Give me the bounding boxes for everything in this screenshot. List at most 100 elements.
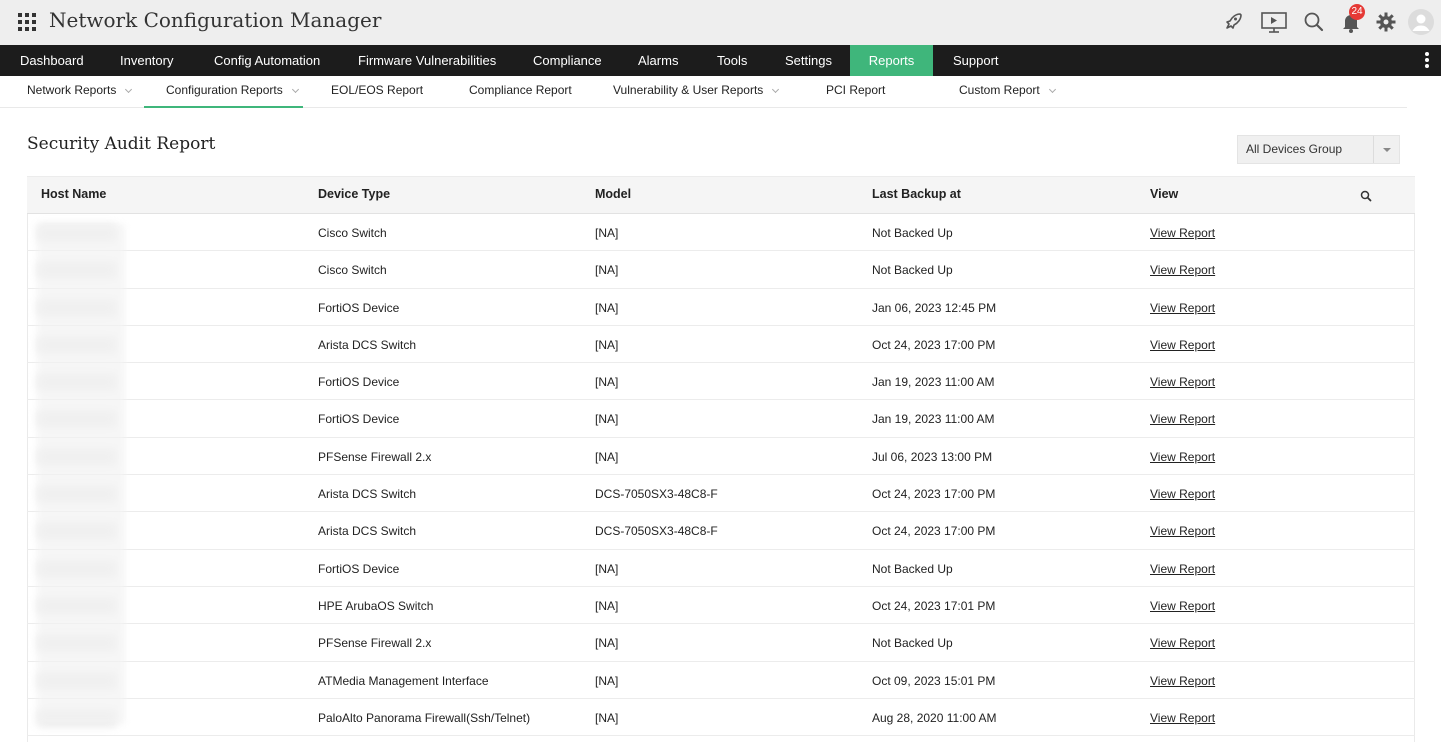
device-type-cell: ATMedia Management Interface — [318, 673, 489, 688]
last-backup-cell: Oct 24, 2023 17:01 PM — [872, 598, 996, 613]
table-body: Cisco Switch [NA] Not Backed Up View Report… — [27, 214, 1415, 737]
nav-settings[interactable]: Settings — [785, 45, 832, 76]
user-avatar-icon[interactable] — [1408, 9, 1434, 35]
subnav-network-reports[interactable]: Network Reports — [27, 76, 133, 108]
subnav-network-reports-label: Network Reports — [27, 83, 117, 97]
column-header-model[interactable]: Model — [595, 187, 631, 201]
apps-grid-icon[interactable] — [18, 13, 36, 31]
notification-badge: 24 — [1349, 4, 1365, 20]
subnav-custom-report-label: Custom Report — [959, 83, 1040, 97]
column-header-device-type[interactable]: Device Type — [318, 187, 390, 201]
model-cell: [NA] — [595, 598, 619, 613]
subnav-compliance-report[interactable]: Compliance Report — [469, 76, 572, 108]
nav-firmware-vulnerabilities[interactable]: Firmware Vulnerabilities — [358, 45, 496, 76]
view-report-link[interactable]: View Report — [1150, 375, 1215, 389]
view-report-link[interactable]: View Report — [1150, 524, 1215, 538]
table-row: PFSense Firewall 2.x [NA] Not Backed Up Vie… — [27, 624, 1415, 662]
table-row: Cisco Switch [NA] Not Backed Up View Report — [27, 251, 1415, 289]
model-cell: [NA] — [595, 300, 619, 315]
last-backup-cell: Oct 24, 2023 17:00 PM — [872, 337, 996, 352]
device-type-cell: PFSense Firewall 2.x — [318, 636, 432, 651]
view-report-link[interactable]: View Report — [1150, 263, 1215, 277]
rocket-icon[interactable] — [1221, 10, 1245, 34]
subnav-configuration-reports[interactable]: Configuration Reports — [144, 76, 303, 108]
search-icon[interactable] — [1302, 10, 1326, 34]
table-row: HPE ArubaOS Switch [NA] Oct 24, 2023 17:01… — [27, 587, 1415, 625]
nav-inventory[interactable]: Inventory — [120, 45, 173, 76]
subnav-vulnerability-user-reports-label: Vulnerability & User Reports — [613, 83, 764, 97]
model-cell: DCS-7050SX3-48C8-F — [595, 487, 718, 502]
column-header-last-backup[interactable]: Last Backup at — [872, 187, 961, 201]
last-backup-cell: Not Backed Up — [872, 263, 953, 278]
report-table: Host Name Device Type Model Last Backup … — [27, 176, 1415, 737]
nav-tools[interactable]: Tools — [717, 45, 747, 76]
subnav-custom-report[interactable]: Custom Report — [959, 76, 1056, 108]
last-backup-cell: Jan 19, 2023 11:00 AM — [872, 412, 995, 427]
view-report-link[interactable]: View Report — [1150, 674, 1215, 688]
nav-alarms[interactable]: Alarms — [638, 45, 678, 76]
column-header-view[interactable]: View — [1150, 187, 1178, 201]
device-type-cell: PaloAlto Panorama Firewall(Ssh/Telnet) — [318, 710, 531, 725]
model-cell: [NA] — [595, 412, 619, 427]
presentation-icon[interactable] — [1260, 10, 1288, 34]
model-cell: [NA] — [595, 337, 619, 352]
last-backup-cell: Not Backed Up — [872, 561, 953, 576]
view-report-link[interactable]: View Report — [1150, 338, 1215, 352]
device-type-cell: FortiOS Device — [318, 300, 400, 315]
model-cell: [NA] — [595, 710, 619, 725]
last-backup-cell: Aug 28, 2020 11:00 AM — [872, 710, 997, 725]
nav-dashboard[interactable]: Dashboard — [20, 45, 84, 76]
chevron-down-icon — [772, 85, 780, 94]
model-cell: [NA] — [595, 375, 619, 390]
view-report-link[interactable]: View Report — [1150, 301, 1215, 315]
device-type-cell: PFSense Firewall 2.x — [318, 449, 432, 464]
view-report-link[interactable]: View Report — [1150, 599, 1215, 613]
bell-icon[interactable]: 24 — [1339, 4, 1365, 34]
subnav-pci-report[interactable]: PCI Report — [826, 76, 885, 108]
table-search-icon[interactable] — [1360, 189, 1372, 207]
last-backup-cell: Oct 24, 2023 17:00 PM — [872, 487, 996, 502]
view-report-link[interactable]: View Report — [1150, 412, 1215, 426]
view-report-link[interactable]: View Report — [1150, 562, 1215, 576]
main-nav: Dashboard Inventory Config Automation Fi… — [0, 45, 1441, 76]
table-row: PaloAlto Panorama Firewall(Ssh/Telnet) [N… — [27, 699, 1415, 737]
model-cell: [NA] — [595, 263, 619, 278]
last-backup-cell: Oct 09, 2023 15:01 PM — [872, 673, 996, 688]
nav-reports[interactable]: Reports — [850, 45, 933, 76]
table-row: PFSense Firewall 2.x [NA] Jul 06, 2023 13:… — [27, 438, 1415, 476]
last-backup-cell: Jan 19, 2023 11:00 AM — [872, 375, 995, 390]
device-type-cell: HPE ArubaOS Switch — [318, 598, 434, 613]
model-cell: [NA] — [595, 449, 619, 464]
table-row: Cisco Switch [NA] Not Backed Up View Report — [27, 214, 1415, 252]
table-header: Host Name Device Type Model Last Backup … — [27, 176, 1415, 214]
nav-compliance[interactable]: Compliance — [533, 45, 602, 76]
device-group-select-value: All Devices Group — [1246, 142, 1343, 156]
table-row: ATMedia Management Interface [NA] Oct 09, … — [27, 662, 1415, 699]
nav-config-automation[interactable]: Config Automation — [214, 45, 320, 76]
view-report-link[interactable]: View Report — [1150, 487, 1215, 501]
dropdown-arrow-icon[interactable] — [1373, 136, 1399, 163]
table-row: FortiOS Device [NA] Jan 19, 2023 11:00 AM V… — [27, 363, 1415, 401]
subnav-vulnerability-user-reports[interactable]: Vulnerability & User Reports — [613, 76, 780, 108]
redacted-hostnames — [37, 224, 125, 724]
sub-nav: Network Reports Configuration Reports EO… — [0, 76, 1407, 108]
column-header-host-name[interactable]: Host Name — [41, 187, 106, 201]
model-cell: [NA] — [595, 226, 619, 240]
more-options-icon[interactable] — [1425, 52, 1429, 70]
view-report-link[interactable]: View Report — [1150, 636, 1215, 650]
view-report-link[interactable]: View Report — [1150, 711, 1215, 725]
last-backup-cell: Not Backed Up — [872, 636, 953, 651]
table-row: Arista DCS Switch [NA] Oct 24, 2023 17:00 … — [27, 326, 1415, 364]
table-row: FortiOS Device [NA] Jan 06, 2023 12:45 PM V… — [27, 289, 1415, 326]
view-report-link[interactable]: View Report — [1150, 450, 1215, 464]
nav-support[interactable]: Support — [953, 45, 999, 76]
view-report-link[interactable]: View Report — [1150, 226, 1215, 240]
device-type-cell: Cisco Switch — [318, 226, 387, 240]
page-title: Security Audit Report — [27, 134, 216, 154]
device-type-cell: Arista DCS Switch — [318, 524, 417, 539]
device-group-select[interactable]: All Devices Group — [1237, 135, 1400, 164]
gear-icon[interactable] — [1374, 10, 1398, 34]
subnav-eol-eos-report[interactable]: EOL/EOS Report — [331, 76, 423, 108]
table-row: Arista DCS Switch DCS-7050SX3-48C8-F Oct 2… — [27, 512, 1415, 550]
top-header: Network Configuration Manager 24 — [0, 0, 1441, 45]
